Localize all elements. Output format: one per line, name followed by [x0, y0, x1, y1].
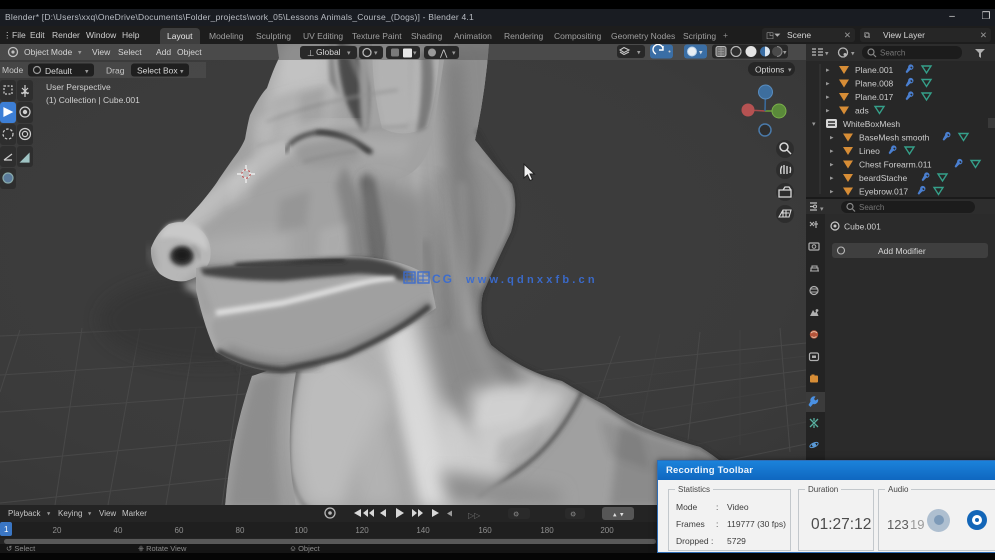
svg-text:▸: ▸: [830, 135, 834, 142]
svg-text:Mode: Mode: [2, 65, 24, 75]
svg-text:BaseMesh smooth: BaseMesh smooth: [859, 133, 930, 143]
svg-text:▾: ▾: [851, 51, 855, 58]
svg-text:Search: Search: [880, 49, 905, 58]
svg-text:▸: ▸: [830, 162, 834, 169]
svg-text:Object: Object: [177, 47, 202, 57]
svg-text:CG: CG: [432, 272, 454, 286]
svg-text:▾: ▾: [85, 69, 89, 76]
svg-text:Default: Default: [45, 66, 73, 76]
svg-text:▾: ▾: [78, 50, 82, 57]
svg-text:▷▷: ▷▷: [468, 511, 481, 520]
svg-text:Plane.001: Plane.001: [855, 65, 894, 75]
svg-text:▸: ▸: [826, 94, 830, 101]
svg-text:160: 160: [478, 526, 492, 535]
svg-text:User Perspective: User Perspective: [46, 82, 111, 92]
svg-text:180: 180: [540, 526, 554, 535]
svg-text:▾: ▾: [413, 50, 417, 57]
svg-text:▸: ▸: [826, 67, 830, 74]
svg-text:Cube.001: Cube.001: [844, 222, 881, 232]
svg-text:Chest Forearm.011: Chest Forearm.011: [859, 160, 932, 170]
svg-text:▸: ▸: [826, 108, 830, 115]
svg-text:▾: ▾: [452, 50, 456, 57]
svg-text:beardStache: beardStache: [859, 173, 907, 183]
svg-text:▸: ▸: [830, 175, 834, 182]
svg-text:▾: ▾: [637, 50, 641, 57]
svg-text:⋀: ⋀: [439, 48, 448, 58]
svg-text:WhiteBoxMesh: WhiteBoxMesh: [843, 119, 900, 129]
svg-text:▾: ▾: [620, 512, 624, 519]
svg-text:▸: ▸: [826, 81, 830, 88]
svg-text:⚙: ⚙: [570, 511, 576, 519]
svg-text:Options: Options: [755, 65, 784, 75]
svg-text:Plane.017: Plane.017: [855, 92, 894, 102]
svg-text:▾: ▾: [347, 50, 351, 57]
svg-text:Eyebrow.017: Eyebrow.017: [859, 187, 908, 197]
svg-text:Plane.008: Plane.008: [855, 79, 894, 89]
svg-text:View: View: [99, 509, 116, 518]
svg-text:▾: ▾: [820, 206, 824, 213]
svg-text:Select Box: Select Box: [137, 66, 178, 76]
svg-text:▴: ▴: [613, 512, 617, 519]
svg-text:Playback: Playback: [8, 509, 41, 518]
svg-text:▾: ▾: [812, 121, 816, 128]
svg-text:▾: ▾: [180, 69, 184, 76]
svg-text:40: 40: [114, 526, 123, 535]
svg-text:▾: ▾: [699, 50, 703, 57]
svg-text:▸: ▸: [830, 148, 834, 155]
svg-text:▾: ▾: [825, 51, 829, 58]
svg-text:120: 120: [355, 526, 369, 535]
svg-text:▾: ▾: [788, 67, 792, 74]
svg-text:Global: Global: [316, 47, 341, 57]
svg-text:Drag: Drag: [106, 66, 125, 76]
svg-text:⊥: ⊥: [307, 48, 315, 58]
svg-text:▸: ▸: [830, 189, 834, 196]
svg-text:⚙: ⚙: [513, 511, 519, 519]
svg-text:Lineo: Lineo: [859, 146, 880, 156]
svg-text:(1) Collection | Cube.001: (1) Collection | Cube.001: [46, 95, 140, 105]
svg-text:1: 1: [4, 525, 9, 534]
svg-text:140: 140: [416, 526, 430, 535]
svg-text:Add Modifier: Add Modifier: [878, 246, 926, 256]
svg-text:100: 100: [294, 526, 308, 535]
svg-text:20: 20: [53, 526, 62, 535]
svg-text:▾: ▾: [783, 50, 787, 57]
svg-text:Add: Add: [156, 47, 171, 57]
svg-text:200: 200: [600, 526, 614, 535]
svg-text:Marker: Marker: [122, 509, 147, 518]
svg-text:60: 60: [175, 526, 184, 535]
svg-text:▾: ▾: [374, 50, 378, 57]
svg-text:Select: Select: [118, 47, 142, 57]
svg-text:Keying: Keying: [58, 509, 82, 518]
svg-text:Search: Search: [859, 203, 884, 212]
svg-text:ads: ads: [855, 106, 869, 116]
svg-text:View: View: [92, 47, 111, 57]
svg-text:Object Mode: Object Mode: [24, 47, 72, 57]
svg-text:80: 80: [236, 526, 245, 535]
svg-text:www.qdnxxfb.cn: www.qdnxxfb.cn: [465, 274, 598, 286]
